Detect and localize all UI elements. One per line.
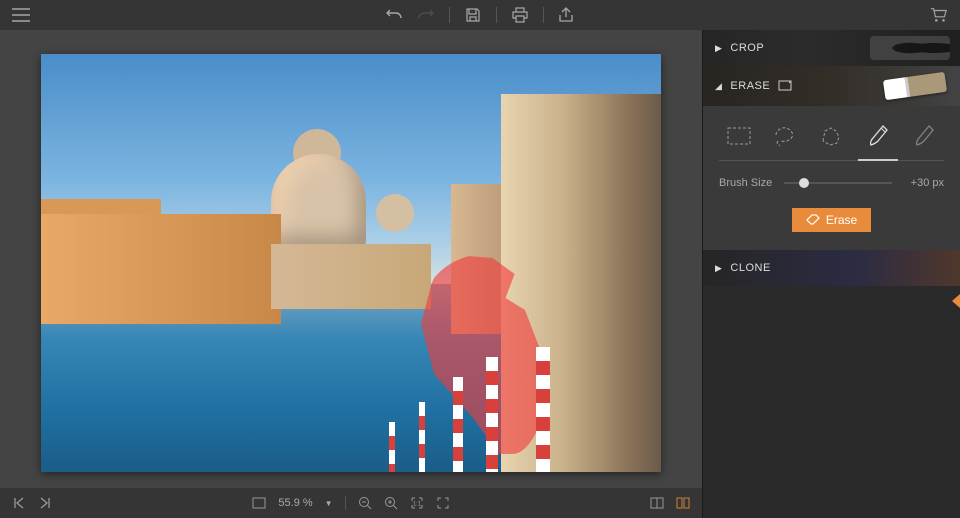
panel-erase-header[interactable]: ◢ ERASE xyxy=(703,66,960,106)
photo-dome-large xyxy=(271,154,366,249)
separator xyxy=(449,7,450,23)
zoom-value: 55.9 % xyxy=(278,497,312,509)
photo-pole xyxy=(453,377,463,472)
fit-screen-icon[interactable] xyxy=(252,497,266,509)
erase-tool-row xyxy=(719,120,944,161)
save-icon[interactable] xyxy=(464,6,482,24)
photo-pole xyxy=(536,347,550,472)
canvas-area[interactable] xyxy=(0,30,702,488)
zoom-out-icon[interactable] xyxy=(358,496,372,510)
photo-pole xyxy=(419,402,425,472)
bottom-toolbar: 55.9 % ▼ 1:1 xyxy=(0,488,702,518)
cart-icon[interactable] xyxy=(930,6,948,24)
panel-clone-header[interactable]: ▶ CLONE xyxy=(703,250,960,286)
prev-image-icon[interactable] xyxy=(12,496,26,510)
slider-thumb[interactable] xyxy=(799,178,809,188)
separator xyxy=(345,496,346,510)
brush-size-label: Brush Size xyxy=(719,177,772,189)
fullscreen-icon[interactable] xyxy=(436,496,450,510)
brush-size-row: Brush Size +30 px xyxy=(719,176,944,190)
brush-size-slider[interactable] xyxy=(784,176,892,190)
rectangle-select-tool[interactable] xyxy=(723,120,755,152)
panel-erase-body: Brush Size +30 px Erase xyxy=(703,106,960,250)
photo-building-left-roof xyxy=(41,199,161,214)
redo-icon[interactable] xyxy=(417,6,435,24)
chevron-right-icon: ▶ xyxy=(715,43,722,54)
panel-clone-label: CLONE xyxy=(730,262,770,274)
erase-button[interactable]: Erase xyxy=(792,208,871,232)
top-toolbar xyxy=(0,0,960,30)
actual-pixels-icon[interactable]: 1:1 xyxy=(410,496,424,510)
zoom-dropdown-icon[interactable]: ▼ xyxy=(325,499,333,508)
menu-icon[interactable] xyxy=(12,6,30,24)
eraser-icon xyxy=(806,214,820,226)
undo-icon[interactable] xyxy=(385,6,403,24)
sidebar-collapse-tab[interactable] xyxy=(952,294,960,308)
polygon-select-tool[interactable] xyxy=(816,120,848,152)
erase-panel-icon xyxy=(778,80,792,92)
compare-split-icon[interactable] xyxy=(676,497,690,509)
right-sidebar: ▶ CROP ◢ ERASE xyxy=(702,30,960,518)
erase-button-label: Erase xyxy=(826,213,857,227)
separator xyxy=(496,7,497,23)
photo-pole xyxy=(389,422,395,472)
next-image-icon[interactable] xyxy=(38,496,52,510)
photo-building-center xyxy=(271,244,431,309)
zoom-in-icon[interactable] xyxy=(384,496,398,510)
main-area: 55.9 % ▼ 1:1 xyxy=(0,30,960,518)
chevron-right-icon: ▶ xyxy=(715,263,722,274)
photo-dome-side xyxy=(376,194,414,232)
panel-crop-label: CROP xyxy=(730,42,764,54)
compare-single-icon[interactable] xyxy=(650,497,664,509)
panel-crop-header[interactable]: ▶ CROP xyxy=(703,30,960,66)
lasso-select-tool[interactable] xyxy=(769,120,801,152)
panel-erase-label: ERASE xyxy=(730,80,770,92)
photo-pole xyxy=(486,357,498,472)
separator xyxy=(543,7,544,23)
canvas-wrap: 55.9 % ▼ 1:1 xyxy=(0,30,702,518)
brush-select-tool[interactable] xyxy=(862,120,894,152)
chevron-down-icon: ◢ xyxy=(715,81,722,92)
photo-canvas[interactable] xyxy=(41,54,661,472)
print-icon[interactable] xyxy=(511,6,529,24)
brush-size-value: +30 px xyxy=(904,177,944,189)
eraser-select-tool[interactable] xyxy=(908,120,940,152)
svg-text:1:1: 1:1 xyxy=(412,502,421,508)
photo-building-left xyxy=(41,214,281,324)
share-icon[interactable] xyxy=(558,6,576,24)
